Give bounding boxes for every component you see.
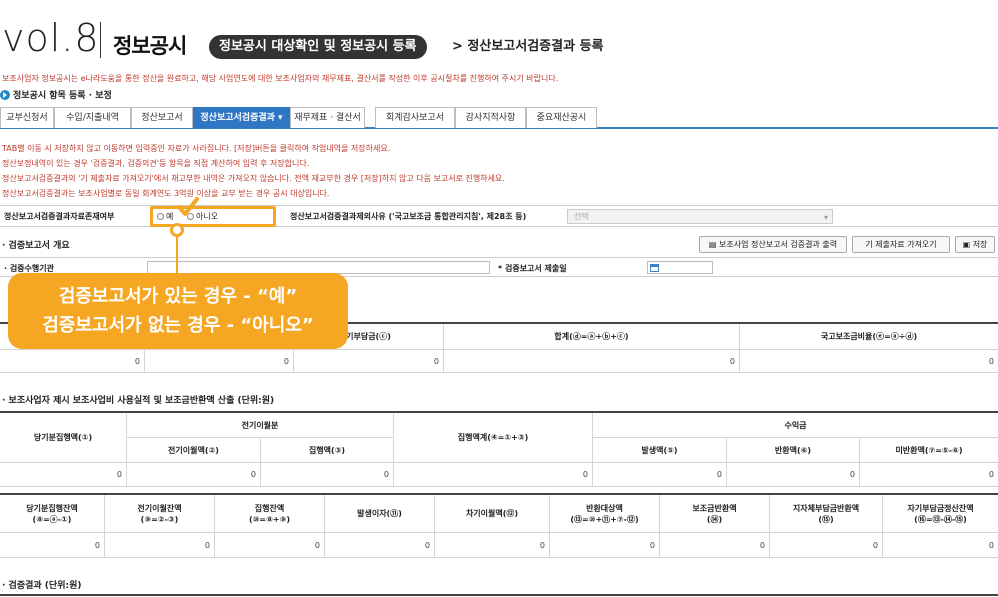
table-cell[interactable]: 0 <box>294 350 444 373</box>
table-cell[interactable]: 0 <box>727 463 860 487</box>
table-cell[interactable]: 0 <box>261 463 394 487</box>
callout-ring <box>170 223 184 237</box>
instruction-callout: 검증보고서가 있는 경우 - “예” 검증보고서가 없는 경우 - “아니오” <box>8 273 348 349</box>
tab-income-expense[interactable]: 수입/지출내역 <box>54 107 131 128</box>
callout-connector <box>176 234 178 274</box>
notice-item: 정산보정내역이 있는 경우 '검증결과, 검증의견'등 항목을 직접 계산하여 … <box>2 159 310 168</box>
highlight-box <box>150 206 276 227</box>
chevron-down-icon: ▾ <box>823 213 828 222</box>
table-header: 보조금반환액 (⑭) <box>660 495 770 533</box>
table-header: 발생액(⑤) <box>593 438 727 463</box>
header-pill: 정보공시 대상확인 및 정보공시 등록 <box>209 35 427 59</box>
exclusion-reason-select[interactable]: 선택 ▾ <box>567 209 833 224</box>
arrow-bullet-icon <box>0 89 10 100</box>
table-cell[interactable]: 0 <box>215 533 325 558</box>
check-icon <box>177 197 199 216</box>
usage-table: 당기분집행액(①) 전기이월분 전기이월액(②) 집행액(③) 집행액계(④=①… <box>0 411 998 487</box>
table-cell[interactable]: 0 <box>593 463 727 487</box>
print-icon: ▤ <box>708 240 720 249</box>
notice-item: TAB별 이동 시 저장하지 않고 이동하면 입력중인 자료가 사라집니다. [… <box>2 144 391 153</box>
table-cell[interactable]: 0 <box>770 533 883 558</box>
tab-grant-application[interactable]: 교부신청서 <box>0 107 54 128</box>
table-header: 전기이월액(②) <box>127 438 261 463</box>
table-header: 집행액계(④=①+③) <box>394 413 593 463</box>
tab-major-assets[interactable]: 중요재산공시 <box>526 107 597 128</box>
header-divider <box>100 22 101 58</box>
notice-item: 정산보고서검증결과의 '기 제출자료 가져오기'에서 재고부한 내역은 가져오지… <box>2 174 505 183</box>
table-cell[interactable]: 0 <box>435 533 550 558</box>
save-label: 저장 <box>972 240 988 249</box>
table-cell[interactable]: 0 <box>883 533 998 558</box>
table-header: 당기분집행잔액 (⑧=ⓐ-①) <box>0 495 105 533</box>
print-verification-label: 보조사업 정산보고서 검증결과 출력 <box>719 240 838 249</box>
table-header: 반환대상액 (⑬=⑩+⑪+⑦-⑫) <box>550 495 660 533</box>
table-cell[interactable]: 0 <box>740 350 998 373</box>
exclusion-reason-value: 선택 <box>574 212 589 221</box>
breadcrumb: > 정산보고서검증결과 등록 <box>452 39 604 54</box>
header-title: 정보공시 <box>113 34 187 58</box>
table-header: 차기이월액(⑫) <box>435 495 550 533</box>
table-cell[interactable]: 0 <box>0 350 145 373</box>
table-header: 합계(ⓓ=ⓐ+ⓑ+ⓒ) <box>444 324 740 350</box>
table-header: 미반환액(⑦=⑤-⑥) <box>860 438 998 463</box>
table-cell[interactable]: 0 <box>105 533 215 558</box>
table-header: 반환액(⑥) <box>727 438 860 463</box>
table-header: 국고보조금비율(ⓔ=ⓐ÷ⓓ) <box>740 324 998 350</box>
table-header: 집행액(③) <box>261 438 394 463</box>
table-header: 지자체부담금반환액 (⑮) <box>770 495 883 533</box>
usage-title: · 보조사업자 제시 보조사업비 사용실적 및 보조금반환액 산출 (단위:원) <box>2 396 275 406</box>
table-cell[interactable]: 0 <box>325 533 435 558</box>
overview-title: · 검증보고서 개요 <box>2 241 70 251</box>
tab-audit-findings[interactable]: 감사지적사항 <box>455 107 526 128</box>
existence-label: 정산보고서검증결과자료존재여부 <box>4 212 115 221</box>
submit-date-label: * 검증보고서 제출일 <box>498 264 567 273</box>
table-cell[interactable]: 0 <box>127 463 261 487</box>
result-table-top <box>0 594 998 596</box>
tab-settlement-verification[interactable]: 정산보고서검증결과 ▾ <box>193 107 290 128</box>
table-header: 수익금 <box>593 413 998 438</box>
table-cell[interactable]: 0 <box>860 463 998 487</box>
table-cell[interactable]: 0 <box>394 463 593 487</box>
table-cell[interactable]: 0 <box>145 350 294 373</box>
table-header: 전기이월분 <box>127 413 394 438</box>
table-cell[interactable]: 0 <box>660 533 770 558</box>
exclusion-reason-label: 정산보고서검증결과제외사유 ('국고보조금 통합관리지침', 제28조 등) <box>290 212 527 221</box>
page-header: vol.8 정보공시 정보공시 대상확인 및 정보공시 등록 > 정산보고서검증… <box>0 0 998 64</box>
notice-list: TAB별 이동 시 저장하지 않고 이동하면 입력중인 자료가 사라집니다. [… <box>2 141 505 201</box>
section-heading: 정보공시 항목 등록 · 보정 <box>0 88 112 101</box>
save-icon: ▣ <box>962 240 973 249</box>
tab-financial-statements[interactable]: 재무제표 · 결산서 <box>290 107 365 128</box>
calendar-icon[interactable] <box>650 264 659 272</box>
table-cell[interactable]: 0 <box>0 463 127 487</box>
table-header: 당기분집행액(①) <box>0 413 127 463</box>
table-cell[interactable]: 0 <box>444 350 740 373</box>
result-title: · 검증결과 (단위:원) <box>2 581 82 591</box>
volume-label: vol.8 <box>2 16 100 60</box>
balance-table: 당기분집행잔액 (⑧=ⓐ-①) 전기이월잔액 (⑨=②-③) 집행잔액 (⑩=⑧… <box>0 493 998 558</box>
section-heading-label: 정보공시 항목 등록 · 보정 <box>13 91 112 101</box>
table-header: 집행잔액 (⑩=⑧+⑨) <box>215 495 325 533</box>
print-verification-button[interactable]: ▤ 보조사업 정산보고서 검증결과 출력 <box>699 236 847 253</box>
table-header: 발생이자(⑪) <box>325 495 435 533</box>
import-submitted-button[interactable]: 기 제출자료 가져오기 <box>852 236 950 253</box>
callout-line-no: 검증보고서가 없는 경우 - “아니오” <box>42 315 314 336</box>
tab-settlement-report[interactable]: 정산보고서 <box>131 107 193 128</box>
tab-audit-report[interactable]: 회계감사보고서 <box>375 107 455 128</box>
callout-line-yes: 검증보고서가 있는 경우 - “예” <box>58 286 298 307</box>
table-header: 전기이월잔액 (⑨=②-③) <box>105 495 215 533</box>
table-cell[interactable]: 0 <box>0 533 105 558</box>
table-header: 자기부담금정산잔액 (⑯=⑬-⑭-⑮) <box>883 495 998 533</box>
tab-bar: 교부신청서 수입/지출내역 정산보고서 정산보고서검증결과 ▾ 재무제표 · 결… <box>0 107 998 129</box>
table-cell[interactable]: 0 <box>550 533 660 558</box>
notice-item: 정산보고서검증결과는 보조사업별로 동일 회계연도 3억원 이상을 교부 받는 … <box>2 189 330 198</box>
save-button[interactable]: ▣ 저장 <box>955 236 995 253</box>
intro-text: 보조사업자 정보공시는 e나라도움을 통한 정산을 완료하고, 해당 사업연도에… <box>2 74 559 83</box>
